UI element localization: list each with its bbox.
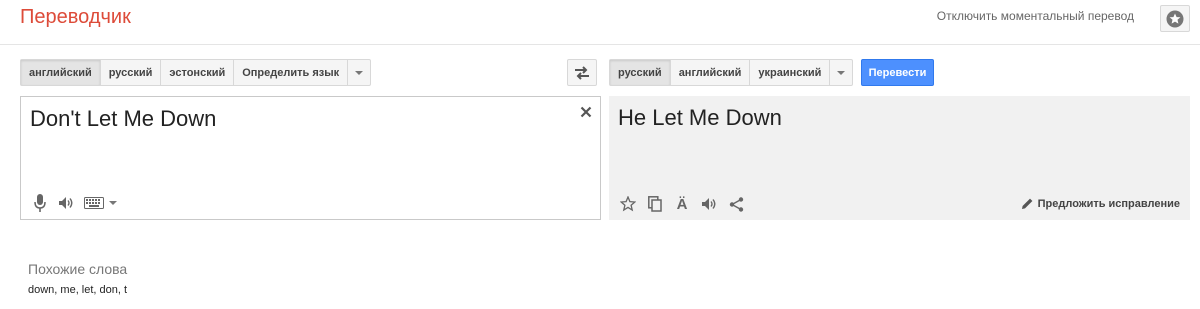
keyboard-icon[interactable] xyxy=(83,194,105,212)
source-lang-detect[interactable]: Определить язык xyxy=(234,60,349,85)
copy-icon[interactable] xyxy=(646,195,664,213)
pencil-icon xyxy=(1021,198,1033,209)
header: Переводчик Отключить моментальный перево… xyxy=(0,0,1200,45)
translate-button[interactable]: Перевести xyxy=(861,59,934,86)
chevron-down-icon xyxy=(837,70,846,75)
target-language-bar: русский английский украинский xyxy=(609,59,854,86)
share-icon[interactable] xyxy=(727,195,745,213)
speaker-icon[interactable] xyxy=(700,195,718,213)
app-title[interactable]: Переводчик xyxy=(20,6,131,29)
starred-phrasebook-button[interactable] xyxy=(1160,5,1190,32)
speaker-icon[interactable] xyxy=(57,194,75,212)
similar-words-list: down, me, let, don, t xyxy=(28,284,128,296)
source-lang-dropdown[interactable] xyxy=(348,60,370,85)
source-lang-estonian[interactable]: эстонский xyxy=(161,60,235,85)
source-language-bar: английский русский эстонский Определить … xyxy=(20,59,372,86)
clear-source-button[interactable] xyxy=(580,102,592,123)
translation-output: Не Let Me Down Ä Предложить исправление xyxy=(609,96,1190,220)
close-icon xyxy=(580,106,592,118)
target-lang-russian[interactable]: русский xyxy=(610,60,671,85)
suggest-edit-label: Предложить исправление xyxy=(1037,197,1180,210)
swap-icon xyxy=(575,65,589,80)
chevron-down-icon[interactable] xyxy=(109,201,117,205)
similar-words-heading: Похожие слова xyxy=(28,261,128,277)
microphone-icon[interactable] xyxy=(31,194,49,212)
target-lang-english[interactable]: английский xyxy=(671,60,751,85)
source-text[interactable]: Don't Let Me Down xyxy=(30,106,216,132)
font-size-icon[interactable]: Ä xyxy=(673,195,691,213)
star-icon xyxy=(1166,10,1184,27)
star-outline-icon[interactable] xyxy=(619,195,637,213)
instant-translation-toggle[interactable]: Отключить моментальный перевод xyxy=(937,9,1134,23)
translation-toolbar: Ä xyxy=(619,195,745,213)
swap-languages-button[interactable] xyxy=(567,59,597,86)
chevron-down-icon xyxy=(355,70,364,75)
target-lang-ukrainian[interactable]: украинский xyxy=(750,60,831,85)
source-textarea[interactable]: Don't Let Me Down xyxy=(20,96,601,220)
source-toolbar xyxy=(31,194,117,212)
source-lang-english[interactable]: английский xyxy=(21,60,101,85)
source-lang-russian[interactable]: русский xyxy=(101,60,162,85)
translation-text: Не Let Me Down xyxy=(618,105,782,130)
target-lang-dropdown[interactable] xyxy=(830,60,852,85)
suggest-edit-button[interactable]: Предложить исправление xyxy=(1021,197,1180,210)
